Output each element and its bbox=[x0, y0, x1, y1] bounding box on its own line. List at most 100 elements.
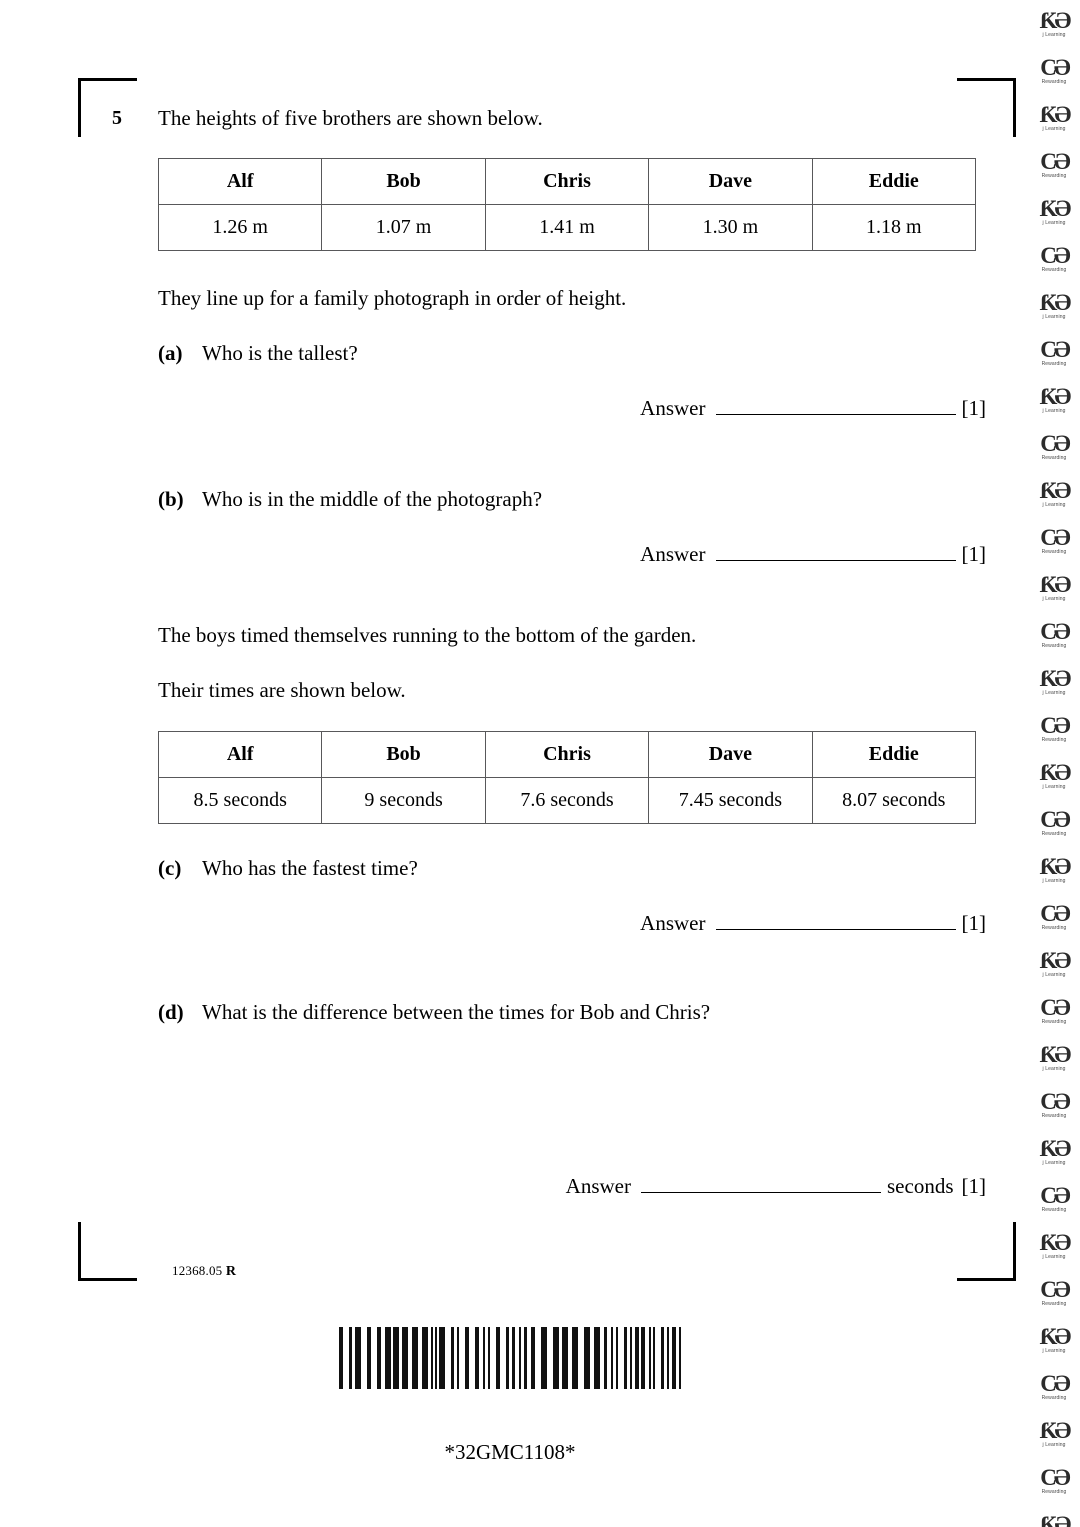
answer-unit-seconds: seconds bbox=[887, 1174, 954, 1198]
heights-value-dave: 1.30 m bbox=[648, 204, 813, 251]
answer-input-b[interactable] bbox=[715, 542, 956, 561]
margin-mark-glyph: ƘƏ bbox=[1039, 195, 1072, 221]
marks-d: [1] bbox=[961, 1174, 987, 1198]
exam-page: 12368.05 R 5 The heights of five brother… bbox=[0, 0, 1080, 1527]
margin-mark-glyph: ƘƏ bbox=[1039, 289, 1072, 315]
margin-mark-learning: ƘƏj Learning bbox=[1028, 658, 1080, 705]
times-value-bob: 9 seconds bbox=[321, 777, 486, 824]
times-value-alf: 8.5 seconds bbox=[157, 777, 323, 824]
margin-mark-caption: Rewarding bbox=[1041, 642, 1067, 649]
heights-value-chris: 1.41 m bbox=[484, 204, 650, 251]
answer-line-d: Answer seconds [1] bbox=[112, 1174, 992, 1199]
margin-mark-caption: Rewarding bbox=[1041, 1488, 1067, 1495]
margin-mark-glyph: CƏ bbox=[1040, 1088, 1071, 1114]
times-header-alf: Alf bbox=[157, 731, 323, 778]
margin-mark-rewarding: CƏ Rewarding bbox=[1028, 329, 1080, 376]
margin-mark-rewarding: CƏ Rewarding bbox=[1028, 47, 1080, 94]
part-d: (d) What is the difference between the t… bbox=[158, 998, 992, 1026]
answer-line-a: Answer [1] bbox=[112, 396, 992, 421]
margin-mark-glyph: ƘƏ bbox=[1039, 853, 1072, 879]
times-header-chris: Chris bbox=[484, 731, 650, 778]
heights-header-bob: Bob bbox=[321, 158, 486, 205]
margin-mark-glyph: ƘƏ bbox=[1039, 1511, 1072, 1527]
margin-mark-rewarding: CƏ Rewarding bbox=[1028, 141, 1080, 188]
barcode bbox=[0, 1318, 1020, 1389]
margin-mark-caption: Rewarding bbox=[1041, 360, 1067, 367]
margin-mark-rewarding: CƏ Rewarding bbox=[1028, 1269, 1080, 1316]
part-a-text: Who is the tallest? bbox=[202, 341, 358, 365]
heights-header-eddie: Eddie bbox=[811, 158, 977, 205]
margin-mark-glyph: ƘƏ bbox=[1039, 101, 1072, 127]
heights-value-eddie: 1.18 m bbox=[811, 204, 977, 251]
working-space-d[interactable] bbox=[112, 1026, 992, 1174]
margin-mark-learning: ƘƏj Learning bbox=[1028, 94, 1080, 141]
margin-mark-caption: Rewarding bbox=[1041, 1206, 1067, 1213]
margin-mark-glyph: CƏ bbox=[1040, 994, 1071, 1020]
frame-corner-bottom-left bbox=[78, 1222, 137, 1281]
times-value-dave: 7.45 seconds bbox=[648, 777, 813, 824]
margin-mark-glyph: ƘƏ bbox=[1039, 1417, 1072, 1443]
margin-mark-glyph: ƘƏ bbox=[1039, 571, 1072, 597]
margin-mark-glyph: CƏ bbox=[1040, 242, 1071, 268]
margin-mark-rewarding: CƏ Rewarding bbox=[1028, 1457, 1080, 1504]
part-a: (a) Who is the tallest? bbox=[158, 339, 992, 367]
timed-line: The boys timed themselves running to the… bbox=[158, 623, 697, 647]
margin-mark-learning: ƘƏj Learning bbox=[1028, 0, 1080, 47]
margin-mark-glyph: ƘƏ bbox=[1039, 665, 1072, 691]
heights-header-alf: Alf bbox=[157, 158, 323, 205]
margin-mark-glyph: CƏ bbox=[1040, 1276, 1071, 1302]
heights-header-chris: Chris bbox=[484, 158, 650, 205]
times-value-eddie: 8.07 seconds bbox=[811, 777, 977, 824]
question-content: 5 The heights of five brothers are shown… bbox=[112, 104, 992, 1199]
margin-mark-glyph: ƘƏ bbox=[1039, 1041, 1072, 1067]
margin-mark-rewarding: CƏ Rewarding bbox=[1028, 799, 1080, 846]
margin-mark-caption: Rewarding bbox=[1041, 1112, 1067, 1119]
margin-mark-rewarding: CƏ Rewarding bbox=[1028, 423, 1080, 470]
answer-input-a[interactable] bbox=[715, 396, 956, 415]
margin-mark-caption: Rewarding bbox=[1041, 1018, 1067, 1025]
part-d-text: What is the difference between the times… bbox=[202, 1000, 711, 1024]
margin-mark-learning: ƘƏj Learning bbox=[1028, 1410, 1080, 1457]
answer-label: Answer bbox=[640, 396, 706, 420]
margin-mark-glyph: CƏ bbox=[1040, 336, 1071, 362]
part-a-label: (a) bbox=[158, 341, 183, 365]
margin-mark-glyph: ƘƏ bbox=[1039, 383, 1072, 409]
margin-mark-learning: ƘƏj Learning bbox=[1028, 376, 1080, 423]
margin-mark-caption: Rewarding bbox=[1041, 548, 1067, 555]
part-c-text: Who has the fastest time? bbox=[202, 856, 418, 880]
margin-watermark-strip: ƘƏ j Learning CƏ Rewarding ƘƏ j Learning CƏ Rew… bbox=[1028, 0, 1080, 1527]
question-number: 5 bbox=[112, 107, 122, 129]
marks-b: [1] bbox=[961, 542, 987, 566]
margin-mark-rewarding: CƏ Rewarding bbox=[1028, 893, 1080, 940]
answer-input-c[interactable] bbox=[715, 911, 956, 930]
part-b: (b) Who is in the middle of the photogra… bbox=[158, 485, 992, 513]
frame-corner-bottom-right bbox=[957, 1222, 1016, 1281]
margin-mark-learning: ƘƏj Learning bbox=[1028, 1128, 1080, 1175]
part-d-label: (d) bbox=[158, 1000, 184, 1024]
margin-mark-caption: Rewarding bbox=[1041, 78, 1067, 85]
margin-mark-glyph: CƏ bbox=[1040, 806, 1071, 832]
table-row: 8.5 seconds 9 seconds 7.6 seconds 7.45 s… bbox=[157, 777, 977, 824]
margin-mark-glyph: CƏ bbox=[1040, 712, 1071, 738]
barcode-label: *32GMC1108* bbox=[444, 1440, 576, 1464]
table-row: Alf Bob Chris Dave Eddie bbox=[157, 158, 977, 205]
margin-mark-caption: Rewarding bbox=[1041, 1394, 1067, 1401]
footer-reference: 12368.05 R bbox=[172, 1263, 236, 1280]
answer-input-d[interactable] bbox=[641, 1174, 881, 1193]
answer-label: Answer bbox=[640, 911, 706, 935]
margin-mark-learning: ƘƏj Learning bbox=[1028, 282, 1080, 329]
margin-mark-caption: Rewarding bbox=[1041, 454, 1067, 461]
margin-mark-glyph: ƘƏ bbox=[1039, 947, 1072, 973]
photo-line: They line up for a family photograph in … bbox=[158, 286, 627, 310]
times-table: Alf Bob Chris Dave Eddie 8.5 seconds 9 s… bbox=[157, 731, 977, 824]
margin-mark-learning: ƘƏj Learning bbox=[1028, 1222, 1080, 1269]
margin-mark-rewarding: CƏ Rewarding bbox=[1028, 1175, 1080, 1222]
margin-mark-rewarding: CƏ Rewarding bbox=[1028, 611, 1080, 658]
margin-mark-caption: Rewarding bbox=[1041, 266, 1067, 273]
times-shown-line: Their times are shown below. bbox=[158, 678, 406, 702]
margin-mark-learning: ƘƏj Learning bbox=[1028, 1316, 1080, 1363]
margin-mark-learning: ƘƏj Learning bbox=[1028, 1034, 1080, 1081]
part-b-label: (b) bbox=[158, 487, 184, 511]
margin-mark-learning: ƘƏj Learning bbox=[1028, 1504, 1080, 1527]
barcode-bars bbox=[339, 1327, 681, 1389]
